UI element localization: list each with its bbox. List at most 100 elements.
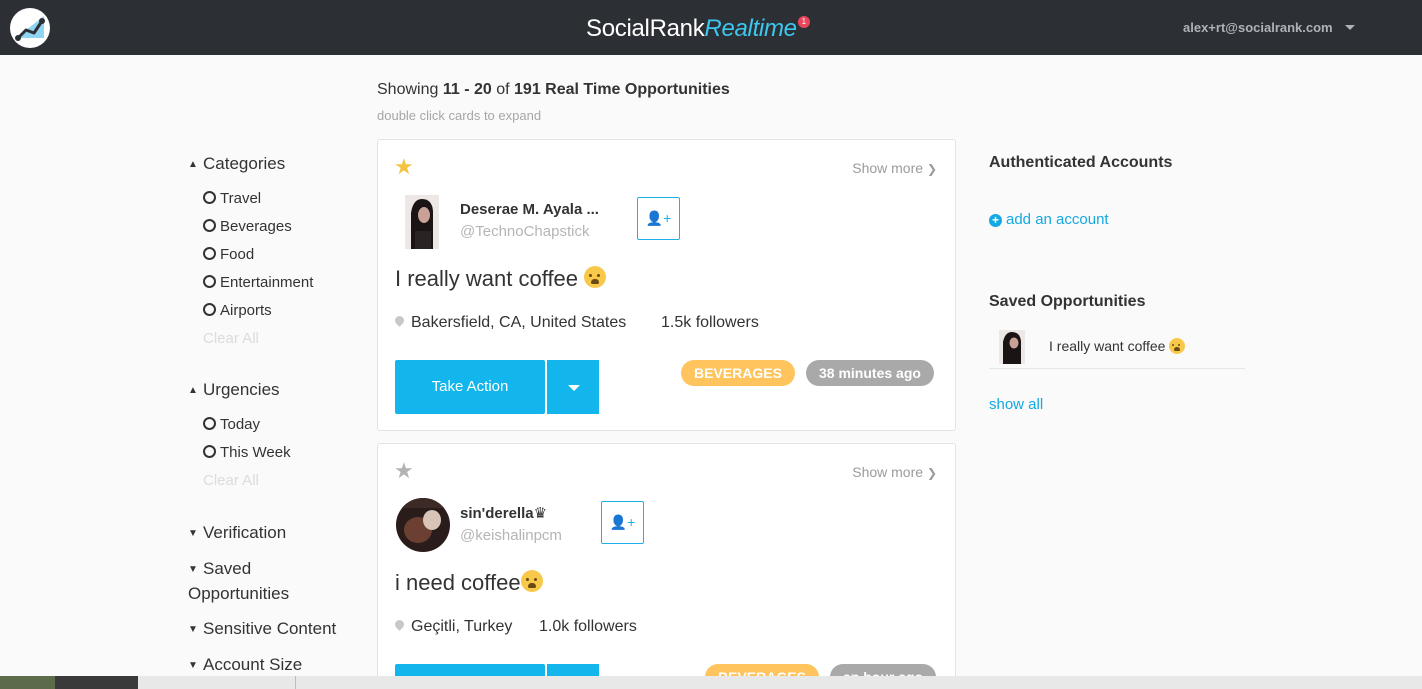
add-account-label: add an account [1006, 211, 1109, 228]
radio-icon [203, 417, 216, 430]
saved-opportunity-item[interactable]: I really want coffee [989, 326, 1245, 369]
urgency-option-this-week[interactable]: This Week [203, 444, 291, 461]
radio-icon [203, 247, 216, 260]
chevron-up-icon: ▲ [188, 159, 198, 170]
star-icon[interactable]: ★ [394, 460, 414, 482]
weary-face-icon [520, 570, 543, 592]
show-more-toggle[interactable]: Show more ❯ [852, 464, 937, 480]
location-text: Geçitli, Turkey [411, 618, 513, 635]
author-handle[interactable]: @TechnoChapstick [460, 223, 589, 240]
category-option-food[interactable]: Food [203, 246, 254, 263]
category-option-entertainment[interactable]: Entertainment [203, 274, 313, 291]
showing-total: 191 Real Time Opportunities [514, 81, 730, 98]
take-action-label: Take Action [431, 378, 509, 395]
crying-face-icon [584, 266, 607, 288]
divider [295, 676, 296, 689]
top-navigation-bar: SocialRankRealtime 1 alex+rt@socialrank.c… [0, 0, 1422, 55]
chevron-down-icon: ❯ [926, 162, 937, 176]
account-size-filter-toggle[interactable]: ▼ Account Size [188, 653, 302, 678]
show-more-toggle[interactable]: Show more ❯ [852, 160, 937, 176]
category-option-travel[interactable]: Travel [203, 190, 261, 207]
radio-icon [203, 275, 216, 288]
sensitive-content-filter-toggle[interactable]: ▼ Sensitive Content [188, 617, 336, 642]
urgencies-clear-all[interactable]: Clear All [203, 472, 259, 489]
option-label: Food [220, 246, 255, 263]
user-menu-caret-icon[interactable] [1345, 25, 1355, 30]
showing-range: 11 - 20 [442, 81, 492, 98]
verification-filter-toggle[interactable]: ▼ Verification [188, 521, 286, 546]
option-label: Travel [220, 190, 262, 207]
author-name[interactable]: Deserae M. Ayala ... [460, 201, 599, 218]
post-text-content: i need coffee [395, 570, 521, 595]
category-option-airports[interactable]: Airports [203, 302, 272, 319]
categories-label: Categories [203, 154, 286, 173]
star-icon[interactable]: ★ [394, 156, 414, 178]
show-all-link[interactable]: show all [989, 396, 1043, 413]
author-name[interactable]: sin'derella♛ [460, 504, 547, 522]
add-user-icon: 👤+ [609, 514, 636, 530]
option-label: This Week [220, 444, 291, 461]
background-window-strip [0, 676, 1422, 689]
category-option-beverages[interactable]: Beverages [203, 218, 292, 235]
author-handle[interactable]: @keishalinpcm [460, 527, 562, 544]
category-tag: BEVERAGES [681, 360, 795, 386]
follow-user-button[interactable]: 👤+ [637, 197, 680, 240]
follower-count: 1.5k followers [661, 314, 759, 331]
saved-opportunity-text: I really want coffee [1049, 338, 1186, 354]
brand-title: SocialRankRealtime 1 [586, 15, 810, 43]
saved-opportunities-filter-toggle[interactable]: ▼ Saved Opportunities [188, 557, 289, 606]
chevron-down-icon: ▼ [188, 528, 198, 539]
crying-face-icon [1169, 338, 1186, 354]
option-label: Today [220, 416, 261, 433]
follow-user-button[interactable]: 👤+ [601, 501, 644, 544]
radio-icon [203, 219, 216, 232]
brand-accent: Realtime [704, 15, 797, 42]
chevron-up-icon: ▲ [188, 385, 198, 396]
post-text: I really want coffee [395, 266, 607, 292]
sensitive-content-label: Sensitive Content [203, 619, 337, 638]
user-email[interactable]: alex+rt@socialrank.com [1183, 20, 1333, 35]
opportunity-card[interactable]: ★ Show more ❯ sin'derella♛ @keishalinpcm… [377, 443, 956, 689]
caret-down-icon [568, 385, 580, 391]
take-action-button[interactable]: Take Action [395, 360, 545, 414]
add-user-icon: 👤+ [645, 210, 672, 226]
opportunities-label: Opportunities [188, 584, 290, 603]
categories-filter-toggle[interactable]: ▲ Categories [188, 152, 285, 177]
post-text-content: I really want coffee [395, 266, 579, 291]
avatar[interactable] [396, 498, 450, 552]
avatar[interactable] [405, 195, 439, 249]
chevron-down-icon: ▼ [188, 624, 198, 635]
saved-text-content: I really want coffee [1049, 338, 1166, 354]
brand-main: SocialRank [586, 15, 705, 42]
radio-icon [203, 303, 216, 316]
account-size-label: Account Size [203, 655, 303, 674]
expand-hint: double click cards to expand [377, 108, 542, 123]
location-pin-icon [393, 618, 406, 631]
notification-badge[interactable]: 1 [797, 16, 810, 28]
follower-count: 1.0k followers [539, 618, 637, 635]
urgencies-filter-toggle[interactable]: ▲ Urgencies [188, 378, 280, 403]
option-label: Beverages [220, 218, 292, 235]
authenticated-accounts-title: Authenticated Accounts [989, 154, 1173, 171]
radio-icon [203, 191, 216, 204]
option-label: Entertainment [220, 274, 314, 291]
saved-label: Saved [203, 559, 252, 578]
post-text: i need coffee [395, 570, 543, 596]
take-action-dropdown-button[interactable] [546, 360, 599, 414]
add-account-link[interactable]: + add an account [989, 211, 1109, 228]
showing-of: of [496, 81, 510, 98]
avatar [999, 330, 1025, 364]
show-more-label: Show more [852, 160, 924, 176]
categories-clear-all[interactable]: Clear All [203, 330, 259, 347]
socialrank-logo[interactable] [10, 8, 50, 48]
opportunity-card[interactable]: ★ Show more ❯ Deserae M. Ayala ... @Tech… [377, 139, 956, 431]
location-pin-icon [393, 314, 406, 327]
urgency-option-today[interactable]: Today [203, 416, 260, 433]
post-location: Bakersfield, CA, United States [393, 314, 627, 332]
chevron-down-icon: ❯ [926, 466, 937, 480]
show-more-label: Show more [852, 464, 924, 480]
verification-label: Verification [203, 523, 287, 542]
time-tag: 38 minutes ago [806, 360, 934, 386]
location-text: Bakersfield, CA, United States [411, 314, 627, 331]
chevron-down-icon: ▼ [188, 660, 198, 671]
